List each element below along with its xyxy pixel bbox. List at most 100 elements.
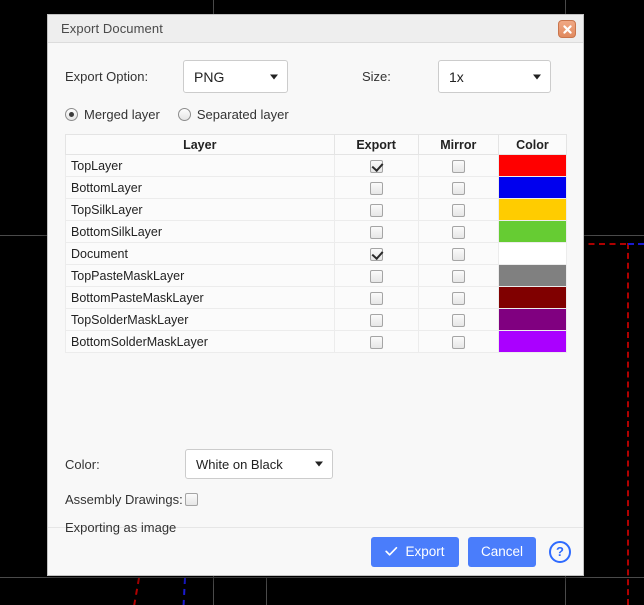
export-option-row: Export Option: PNG Size: 1x <box>65 60 566 93</box>
color-mode-select[interactable]: White on Black <box>185 449 333 479</box>
mirror-checkbox-cell <box>418 309 498 331</box>
layer-name-cell: TopSilkLayer <box>66 199 335 221</box>
export-checkbox[interactable] <box>370 226 383 239</box>
dialog-title: Export Document <box>61 21 163 36</box>
layer-color-cell <box>498 265 566 287</box>
radio-merged-layer[interactable] <box>65 108 78 121</box>
board-outline-dashed-line <box>628 243 644 245</box>
mirror-checkbox-cell <box>418 221 498 243</box>
mirror-checkbox[interactable] <box>452 336 465 349</box>
export-checkbox-cell <box>334 155 418 177</box>
board-outline-dashed-line <box>578 243 626 245</box>
column-header-export: Export <box>334 135 418 155</box>
color-swatch[interactable] <box>499 199 566 220</box>
layer-name-cell: TopPasteMaskLayer <box>66 265 335 287</box>
lower-controls: Color: White on Black Assembly Drawings:… <box>65 449 565 535</box>
mirror-checkbox[interactable] <box>452 292 465 305</box>
layer-name-cell: BottomSilkLayer <box>66 221 335 243</box>
export-checkbox-cell <box>334 243 418 265</box>
color-swatch[interactable] <box>499 155 566 176</box>
radio-separated-layer-label: Separated layer <box>197 107 289 122</box>
help-icon-label: ? <box>556 544 564 559</box>
export-checkbox[interactable] <box>370 204 383 217</box>
canvas-gridline-vertical <box>266 577 267 605</box>
assembly-drawings-checkbox[interactable] <box>185 493 198 506</box>
color-swatch[interactable] <box>499 287 566 308</box>
export-checkbox[interactable] <box>370 336 383 349</box>
table-row: BottomSilkLayer <box>66 221 567 243</box>
color-mode-row: Color: White on Black <box>65 449 565 479</box>
cancel-button[interactable]: Cancel <box>468 537 536 567</box>
export-checkbox-cell <box>334 331 418 353</box>
export-checkbox[interactable] <box>370 314 383 327</box>
mirror-checkbox-cell <box>418 243 498 265</box>
color-mode-label: Color: <box>65 457 185 472</box>
color-swatch[interactable] <box>499 221 566 242</box>
export-format-select[interactable]: PNG <box>183 60 288 93</box>
color-mode-value: White on Black <box>196 457 283 472</box>
table-row: TopLayer <box>66 155 567 177</box>
size-select[interactable]: 1x <box>438 60 551 93</box>
export-checkbox-cell <box>334 309 418 331</box>
layer-mode-radio-group: Merged layer Separated layer <box>65 107 566 122</box>
export-checkbox[interactable] <box>370 182 383 195</box>
color-swatch[interactable] <box>499 243 566 264</box>
column-header-layer: Layer <box>66 135 335 155</box>
export-button[interactable]: Export <box>371 537 459 567</box>
mirror-checkbox[interactable] <box>452 182 465 195</box>
close-icon[interactable] <box>558 20 576 38</box>
table-row: TopSilkLayer <box>66 199 567 221</box>
mirror-checkbox-cell <box>418 287 498 309</box>
mirror-checkbox[interactable] <box>452 248 465 261</box>
table-row: TopSolderMaskLayer <box>66 309 567 331</box>
mirror-checkbox[interactable] <box>452 270 465 283</box>
mirror-checkbox-cell <box>418 177 498 199</box>
layer-color-cell <box>498 155 566 177</box>
layer-table: Layer Export Mirror Color TopLayerBottom… <box>65 134 567 353</box>
layer-color-cell <box>498 309 566 331</box>
export-checkbox[interactable] <box>370 292 383 305</box>
color-swatch[interactable] <box>499 177 566 198</box>
color-swatch[interactable] <box>499 265 566 286</box>
size-value: 1x <box>449 69 464 85</box>
dialog-body: Export Option: PNG Size: 1x Merged layer… <box>48 43 583 527</box>
table-row: BottomLayer <box>66 177 567 199</box>
layer-color-cell <box>498 287 566 309</box>
mirror-checkbox[interactable] <box>452 204 465 217</box>
mirror-checkbox-cell <box>418 331 498 353</box>
export-checkbox[interactable] <box>370 270 383 283</box>
export-checkbox[interactable] <box>370 160 383 173</box>
mirror-checkbox-cell <box>418 265 498 287</box>
mirror-checkbox[interactable] <box>452 314 465 327</box>
dialog-titlebar[interactable]: Export Document <box>48 15 583 43</box>
layer-name-cell: TopLayer <box>66 155 335 177</box>
mirror-checkbox[interactable] <box>452 160 465 173</box>
layer-color-cell <box>498 243 566 265</box>
status-text: Exporting as image <box>65 520 565 535</box>
layer-name-cell: BottomLayer <box>66 177 335 199</box>
export-checkbox-cell <box>334 199 418 221</box>
table-row: BottomSolderMaskLayer <box>66 331 567 353</box>
radio-separated-layer[interactable] <box>178 108 191 121</box>
mirror-checkbox-cell <box>418 199 498 221</box>
layer-color-cell <box>498 177 566 199</box>
chevron-down-icon <box>315 462 323 467</box>
layer-color-cell <box>498 199 566 221</box>
column-header-mirror: Mirror <box>418 135 498 155</box>
table-row: BottomPasteMaskLayer <box>66 287 567 309</box>
size-label: Size: <box>362 69 438 84</box>
table-header-row: Layer Export Mirror Color <box>66 135 567 155</box>
assembly-drawings-label: Assembly Drawings: <box>65 492 185 507</box>
layer-name-cell: BottomPasteMaskLayer <box>66 287 335 309</box>
export-button-label: Export <box>405 544 444 559</box>
board-outline-dashed-line <box>627 243 629 605</box>
help-icon[interactable]: ? <box>549 541 571 563</box>
export-format-value: PNG <box>194 69 224 85</box>
mirror-checkbox[interactable] <box>452 226 465 239</box>
export-checkbox-cell <box>334 221 418 243</box>
color-swatch[interactable] <box>499 331 566 352</box>
export-checkbox[interactable] <box>370 248 383 261</box>
layer-name-cell: Document <box>66 243 335 265</box>
export-checkbox-cell <box>334 177 418 199</box>
color-swatch[interactable] <box>499 309 566 330</box>
